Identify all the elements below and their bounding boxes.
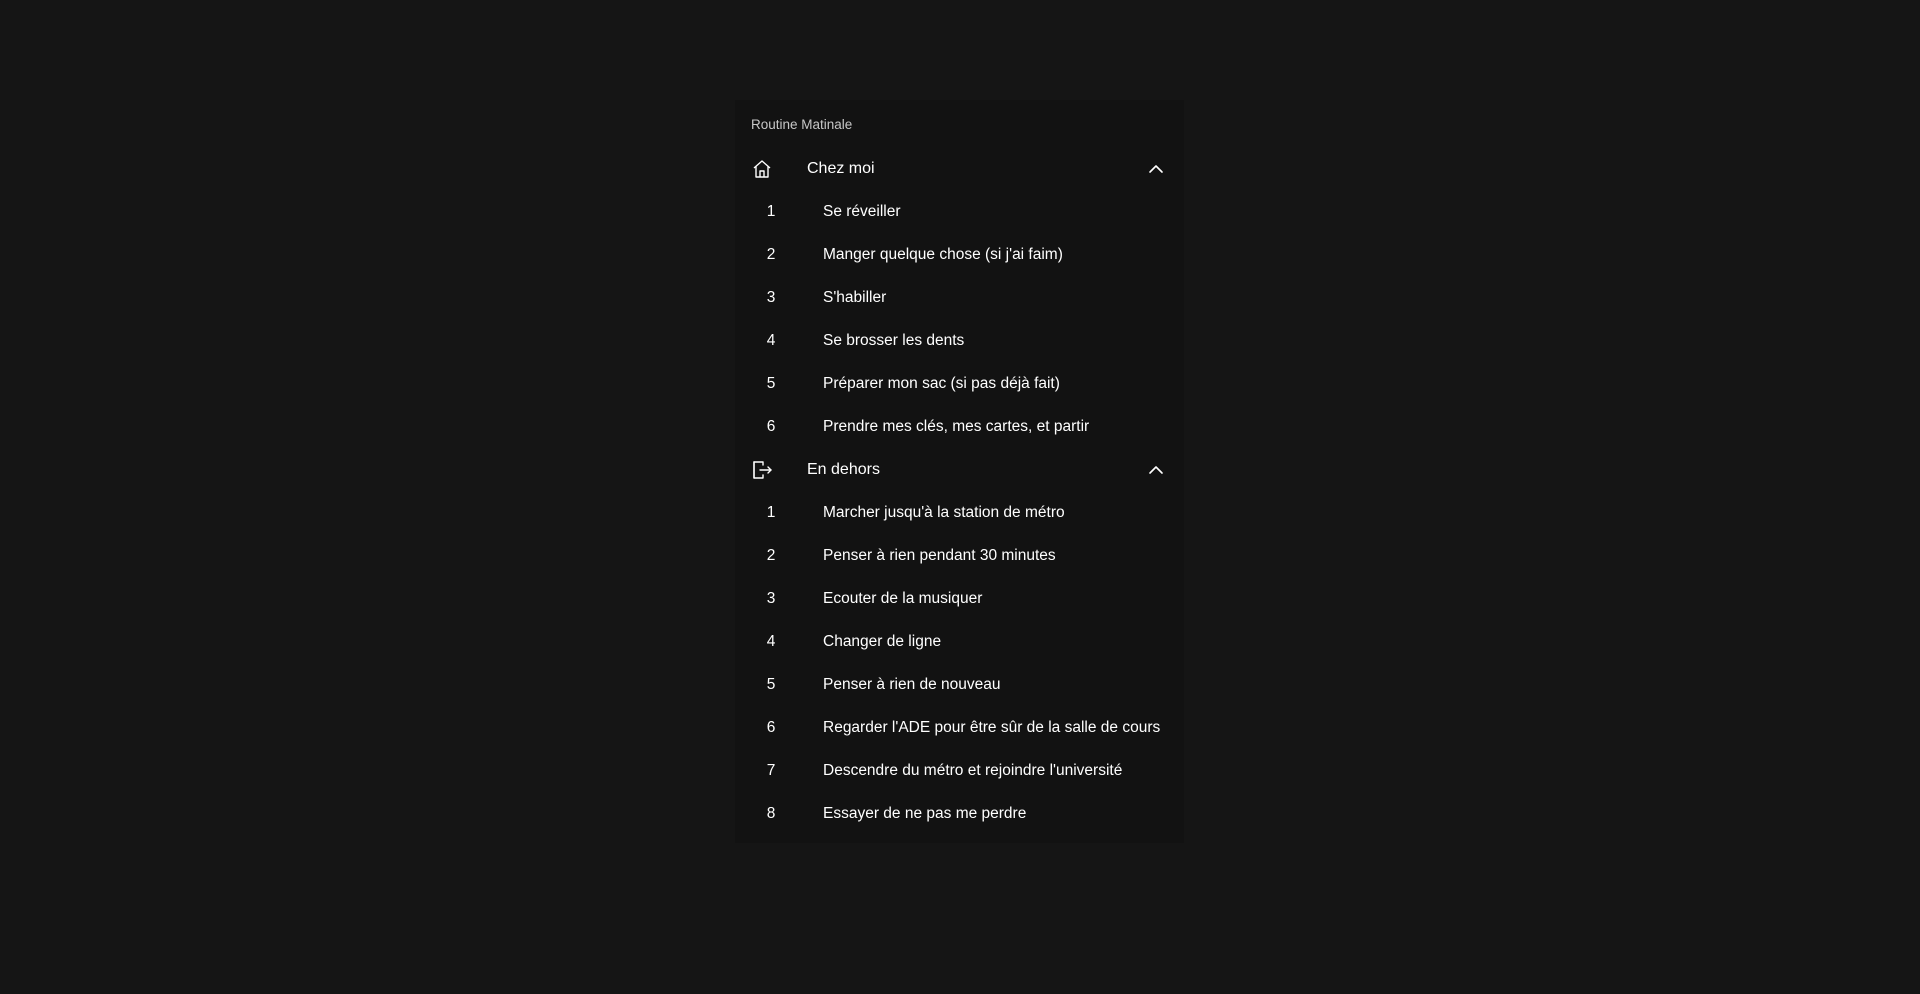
item-label: Essayer de ne pas me perdre: [823, 805, 1027, 822]
item-number: 2: [766, 246, 776, 263]
item-number: 7: [766, 762, 776, 779]
item-label: Penser à rien de nouveau: [823, 676, 1001, 693]
item-label: Changer de ligne: [823, 633, 942, 650]
item-label: Regarder l'ADE pour être sûr de la salle…: [823, 719, 1161, 736]
item-label: Ecouter de la musiquer: [823, 590, 983, 607]
item-number: 1: [766, 504, 776, 521]
list-item[interactable]: 5 Préparer mon sac (si pas déjà fait): [735, 362, 1184, 405]
item-label: Penser à rien pendant 30 minutes: [823, 547, 1056, 564]
item-number: 5: [766, 375, 776, 392]
group-label: Chez moi: [807, 160, 875, 177]
list-item[interactable]: 3 S'habiller: [735, 276, 1184, 319]
item-label: Prendre mes clés, mes cartes, et partir: [823, 418, 1090, 435]
list-item[interactable]: 6 Regarder l'ADE pour être sûr de la sal…: [735, 706, 1184, 749]
item-number: 6: [766, 719, 776, 736]
item-label: Manger quelque chose (si j'ai faim): [823, 246, 1063, 263]
panel-title: Routine Matinale: [751, 117, 853, 132]
list-item[interactable]: 3 Ecouter de la musiquer: [735, 577, 1184, 620]
group-header-en-dehors[interactable]: En dehors: [735, 448, 1184, 491]
item-number: 4: [766, 633, 776, 650]
item-number: 5: [766, 676, 776, 693]
list-item[interactable]: 2 Manger quelque chose (si j'ai faim): [735, 233, 1184, 276]
item-label: Préparer mon sac (si pas déjà fait): [823, 375, 1060, 392]
group-label: En dehors: [807, 461, 880, 478]
list-item[interactable]: 4 Se brosser les dents: [735, 319, 1184, 362]
item-label: Se brosser les dents: [823, 332, 965, 349]
list-item[interactable]: 4 Changer de ligne: [735, 620, 1184, 663]
list-item[interactable]: 7 Descendre du métro et rejoindre l'univ…: [735, 749, 1184, 792]
item-number: 6: [766, 418, 776, 435]
chevron-up-icon[interactable]: [1148, 462, 1164, 478]
item-label: Se réveiller: [823, 203, 901, 220]
item-number: 3: [766, 590, 776, 607]
list-item[interactable]: 8 Essayer de ne pas me perdre: [735, 792, 1184, 835]
item-label: S'habiller: [823, 289, 887, 306]
item-number: 4: [766, 332, 776, 349]
item-number: 8: [766, 805, 776, 822]
item-number: 2: [766, 547, 776, 564]
item-label: Descendre du métro et rejoindre l'univer…: [823, 762, 1123, 779]
group-header-chez-moi[interactable]: Chez moi: [735, 147, 1184, 190]
item-label: Marcher jusqu'à la station de métro: [823, 504, 1065, 521]
chevron-up-icon[interactable]: [1148, 161, 1164, 177]
exit-icon: [751, 459, 773, 481]
list-item[interactable]: 1 Marcher jusqu'à la station de métro: [735, 491, 1184, 534]
home-icon: [751, 158, 773, 180]
list-item[interactable]: 2 Penser à rien pendant 30 minutes: [735, 534, 1184, 577]
list-item[interactable]: 1 Se réveiller: [735, 190, 1184, 233]
item-number: 1: [766, 203, 776, 220]
routine-panel: Routine Matinale Chez moi 1 Se réveiller: [735, 100, 1184, 843]
group-en-dehors: En dehors 1 Marcher jusqu'à la station d…: [735, 448, 1184, 835]
item-number: 3: [766, 289, 776, 306]
list-item[interactable]: 5 Penser à rien de nouveau: [735, 663, 1184, 706]
group-chez-moi: Chez moi 1 Se réveiller 2 Manger quelque…: [735, 147, 1184, 448]
list-item[interactable]: 6 Prendre mes clés, mes cartes, et parti…: [735, 405, 1184, 448]
